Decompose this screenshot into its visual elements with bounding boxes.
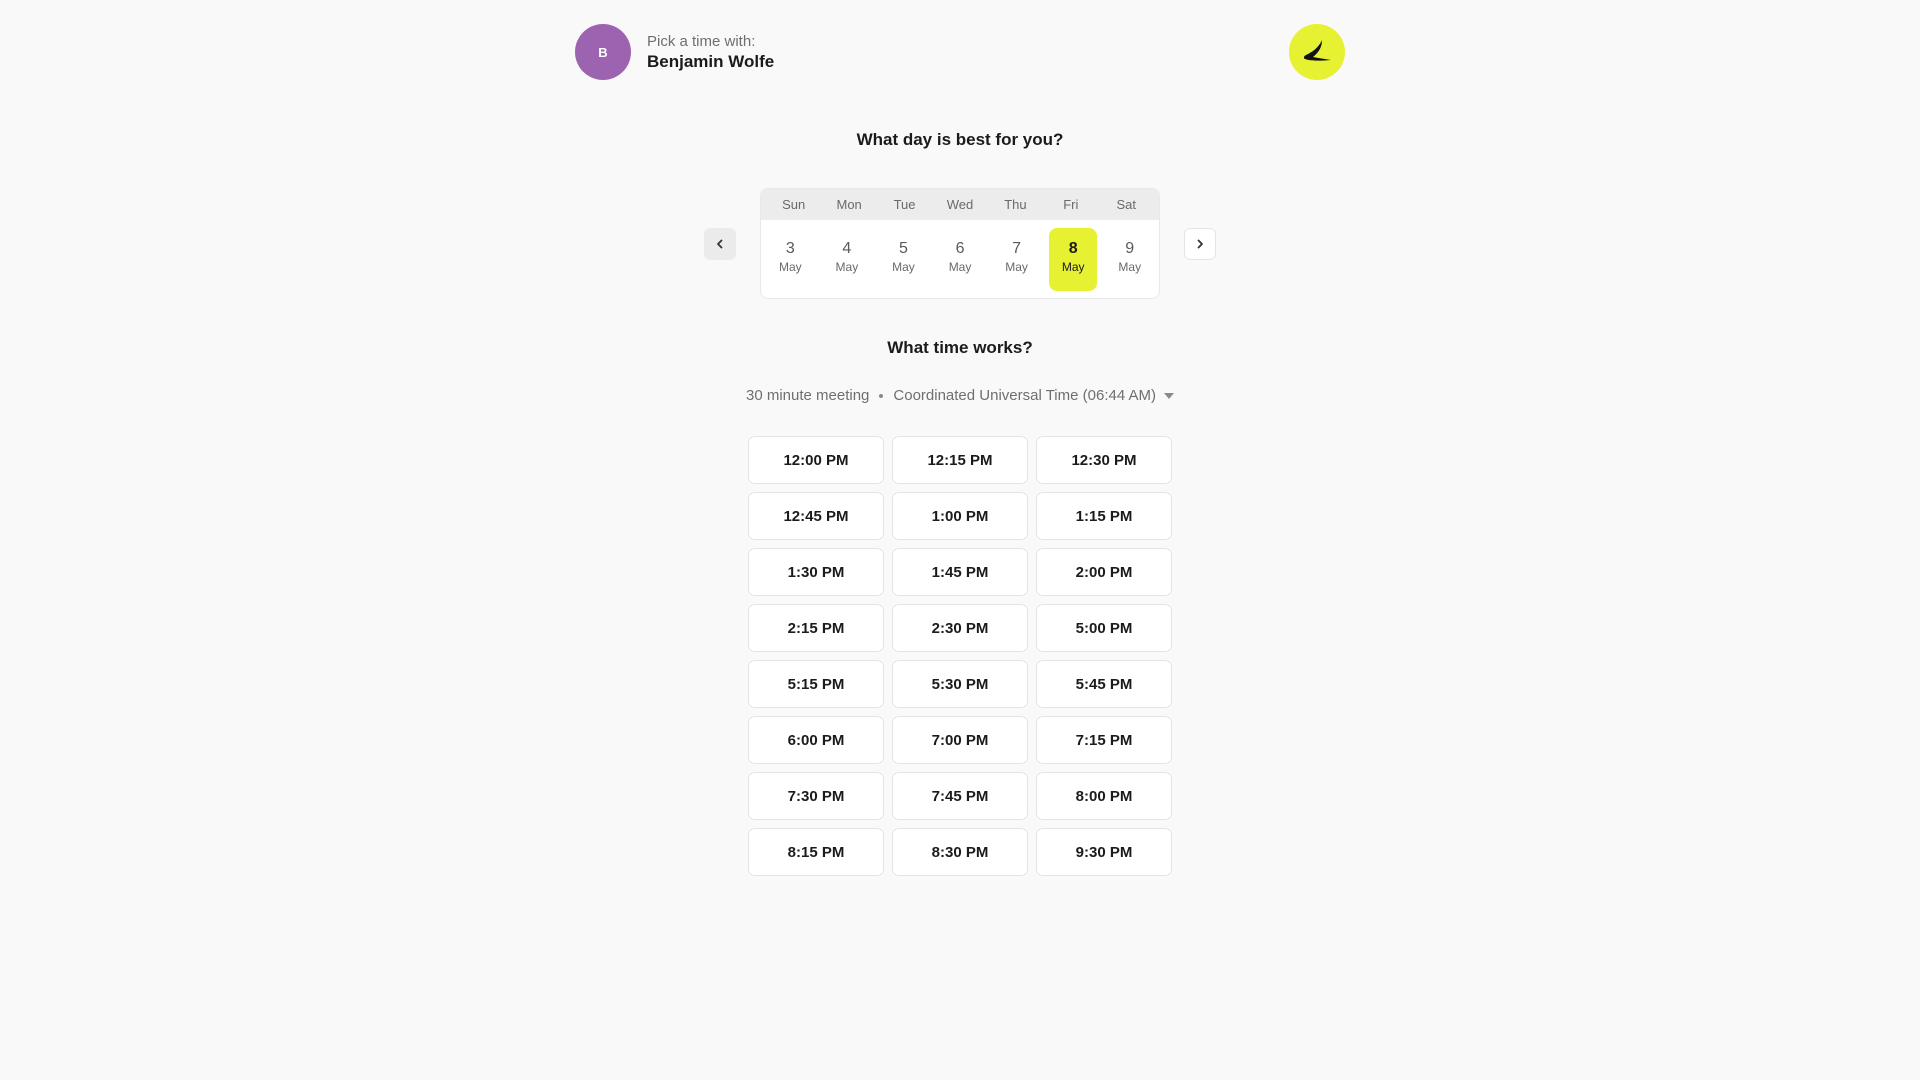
date-number: 8 — [1068, 240, 1078, 257]
weekday-label: Fri — [1063, 197, 1079, 212]
chevron-left-icon — [717, 239, 723, 249]
time-slot-button[interactable]: 12:00 PM — [748, 436, 884, 484]
date-month: May — [1061, 260, 1085, 274]
time-slot-button[interactable]: 12:45 PM — [748, 492, 884, 540]
date-cell-4[interactable]: 4 May — [823, 228, 872, 291]
date-number: 9 — [1125, 240, 1135, 257]
date-cell-8[interactable]: 8 May — [1048, 228, 1098, 291]
date-month: May — [1005, 260, 1028, 274]
time-slot-button[interactable]: 6:00 PM — [748, 716, 884, 764]
time-slot-button[interactable]: 1:30 PM — [748, 548, 884, 596]
time-slot-button[interactable]: 2:15 PM — [748, 604, 884, 652]
page-header: B Pick a time with: Benjamin Wolfe — [575, 24, 1345, 80]
time-slot-button[interactable]: 7:30 PM — [748, 772, 884, 820]
timezone-label: Coordinated Universal Time (06:44 AM) — [893, 387, 1157, 404]
separator-dot-icon — [879, 394, 884, 399]
brand-logo — [1289, 24, 1345, 80]
next-week-button[interactable] — [1184, 228, 1216, 260]
time-slot-button[interactable]: 5:00 PM — [1036, 604, 1172, 652]
date-number: 4 — [842, 240, 852, 257]
date-number: 5 — [898, 240, 908, 257]
date-number: 3 — [785, 240, 795, 257]
week-calendar: Sun Mon Tue Wed Thu Fri Sat 3 May 4 May … — [760, 188, 1160, 299]
host-avatar: B — [575, 24, 631, 80]
time-slot-button[interactable]: 7:15 PM — [1036, 716, 1172, 764]
brand-swoosh-icon — [1303, 40, 1331, 61]
time-heading: What time works? — [887, 338, 1033, 357]
time-slot-button[interactable]: 9:30 PM — [1036, 828, 1172, 876]
prev-week-button[interactable] — [704, 228, 736, 260]
date-cell-3[interactable]: 3 May — [766, 228, 815, 291]
avatar-initial: B — [598, 44, 608, 60]
host-name: Benjamin Wolfe — [647, 52, 775, 71]
date-month: May — [948, 260, 972, 274]
time-slot-button[interactable]: 12:30 PM — [1036, 436, 1172, 484]
meeting-length: 30 minute meeting — [745, 387, 870, 404]
time-slot-button[interactable]: 2:30 PM — [892, 604, 1028, 652]
weekday-label: Thu — [1004, 197, 1027, 212]
date-month: May — [1118, 260, 1142, 274]
time-slot-button[interactable]: 7:00 PM — [892, 716, 1028, 764]
weekday-label: Sat — [1116, 197, 1136, 212]
timezone-select[interactable]: Coordinated Universal Time (06:44 AM) — [893, 387, 1175, 404]
date-month: May — [778, 260, 802, 274]
date-cell-9[interactable]: 9 May — [1105, 228, 1154, 291]
time-slot-button[interactable]: 7:45 PM — [892, 772, 1028, 820]
host-subtitle: Pick a time with: — [647, 33, 756, 50]
time-slot-button[interactable]: 2:00 PM — [1036, 548, 1172, 596]
date-number: 7 — [1012, 240, 1022, 257]
host-info: Pick a time with: Benjamin Wolfe — [647, 33, 774, 73]
weekday-label: Wed — [946, 197, 974, 212]
caret-down-icon — [1164, 393, 1175, 400]
weekday-label: Tue — [893, 197, 916, 212]
weekday-row: Sun Mon Tue Wed Thu Fri Sat — [761, 189, 1159, 220]
date-row: 3 May 4 May 5 May 6 May 7 May 8 May 9 Ma… — [761, 220, 1159, 291]
weekday-label: Mon — [836, 197, 862, 212]
time-slot-button[interactable]: 8:30 PM — [892, 828, 1028, 876]
meeting-info: 30 minute meeting Coordinated Universal T… — [0, 386, 1920, 406]
date-month: May — [892, 260, 915, 274]
time-slot-button[interactable]: 12:15 PM — [892, 436, 1028, 484]
time-slot-button[interactable]: 1:15 PM — [1036, 492, 1172, 540]
chevron-right-icon — [1197, 239, 1203, 249]
time-slot-button[interactable]: 8:15 PM — [748, 828, 884, 876]
time-slot-button[interactable]: 5:15 PM — [748, 660, 884, 708]
date-month: May — [835, 260, 859, 274]
date-cell-7[interactable]: 7 May — [992, 228, 1041, 291]
time-slot-button[interactable]: 1:00 PM — [892, 492, 1028, 540]
date-number: 6 — [955, 240, 965, 257]
date-cell-5[interactable]: 5 May — [879, 228, 928, 291]
time-slot-grid: 12:00 PM 12:15 PM 12:30 PM 12:45 PM 1:00… — [748, 436, 1172, 876]
time-slot-button[interactable]: 8:00 PM — [1036, 772, 1172, 820]
time-slot-button[interactable]: 5:45 PM — [1036, 660, 1172, 708]
day-heading: What day is best for you? — [856, 130, 1064, 149]
weekday-label: Sun — [782, 197, 806, 212]
time-slot-button[interactable]: 5:30 PM — [892, 660, 1028, 708]
date-cell-6[interactable]: 6 May — [936, 228, 985, 291]
time-slot-button[interactable]: 1:45 PM — [892, 548, 1028, 596]
